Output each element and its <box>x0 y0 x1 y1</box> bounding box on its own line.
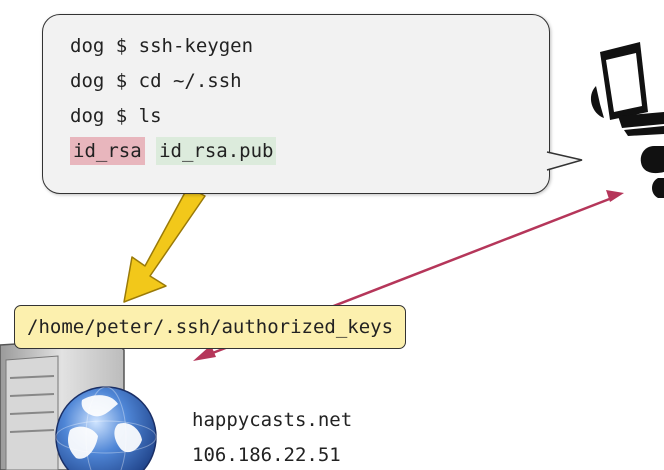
terminal-line-ssh-keygen: dog $ ssh-keygen <box>70 35 254 57</box>
terminal-line-ls: dog $ ls <box>70 105 162 127</box>
public-key-file: id_rsa.pub <box>156 137 277 165</box>
server-hostname: happycasts.net <box>192 409 353 431</box>
terminal-ls-output: id_rsa id_rsa.pub <box>70 137 277 165</box>
copy-arrow <box>123 186 206 303</box>
authorized-keys-path-label: /home/peter/.ssh/authorized_keys <box>14 305 407 349</box>
server-ip-address: 106.186.22.51 <box>192 444 341 466</box>
user-at-computer-icon <box>590 42 664 198</box>
speech-bubble-tail <box>544 151 583 171</box>
terminal-line-cd: dog $ cd ~/.ssh <box>70 70 242 92</box>
private-key-file: id_rsa <box>70 137 145 165</box>
